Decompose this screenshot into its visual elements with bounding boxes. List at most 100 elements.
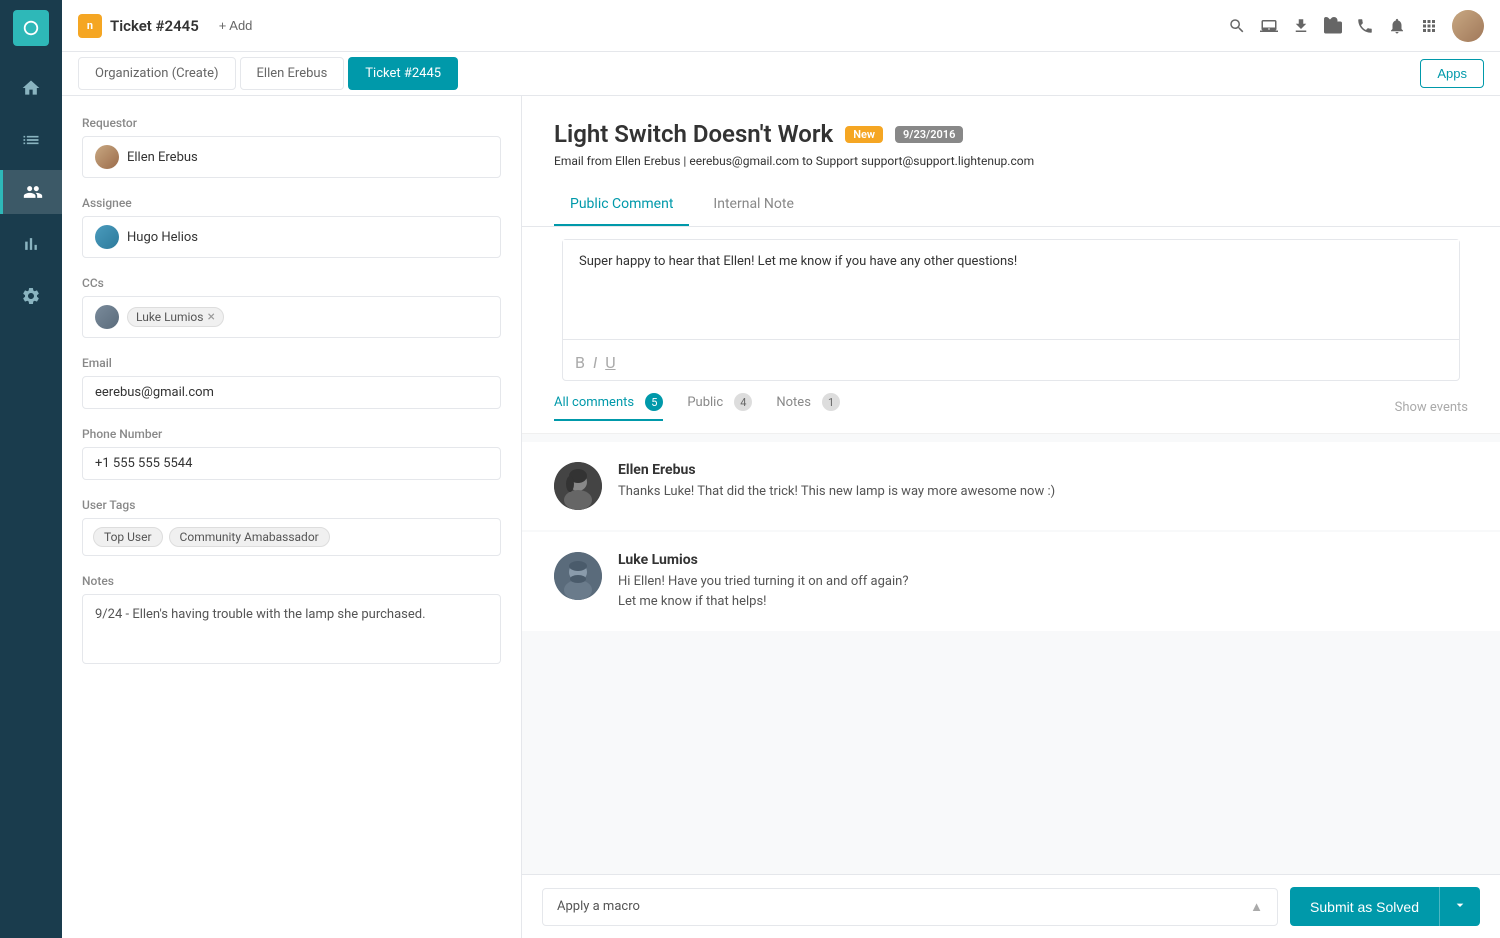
apps-button[interactable]: Apps (1420, 59, 1484, 88)
sidebar-item-settings[interactable] (0, 274, 62, 318)
tab-ellen[interactable]: Ellen Erebus (240, 57, 345, 90)
add-button[interactable]: + Add (219, 18, 253, 33)
luke-avatar (554, 552, 602, 600)
cc-remove-button[interactable]: × (207, 310, 214, 324)
bold-icon[interactable]: B (575, 353, 585, 372)
comment-item: Ellen Erebus Thanks Luke! That did the t… (522, 442, 1500, 530)
filter-public[interactable]: Public 4 (687, 393, 752, 421)
requestor-avatar (95, 145, 119, 169)
macro-arrow-icon: ▲ (1250, 899, 1263, 915)
comment-text: Thanks Luke! That did the trick! This ne… (618, 482, 1468, 502)
comment-tabs: Public Comment Internal Note (522, 184, 1500, 227)
comments-area: Ellen Erebus Thanks Luke! That did the t… (522, 434, 1500, 874)
sidebar-nav (0, 66, 62, 318)
phone-section: Phone Number +1 555 555 5544 (82, 427, 501, 480)
sidebar-item-home[interactable] (0, 66, 62, 110)
requestor-label: Requestor (82, 116, 501, 130)
all-count: 5 (645, 393, 663, 411)
tab-org[interactable]: Organization (Create) (78, 57, 236, 90)
assignee-field[interactable]: Hugo Helios (82, 216, 501, 258)
ticket-header: Light Switch Doesn't Work New 9/23/2016 … (522, 96, 1500, 184)
email-section: Email eerebus@gmail.com (82, 356, 501, 409)
comments-filter-bar: All comments 5 Public 4 Notes 1 Show eve… (522, 381, 1500, 434)
ticket-meta: Email from Ellen Erebus | eerebus@gmail.… (554, 154, 1468, 168)
filter-notes-label: Notes (776, 395, 811, 410)
tag-community-ambassador: Community Amabassador (169, 527, 330, 547)
phone-icon[interactable] (1356, 17, 1374, 35)
sidebar-item-list[interactable] (0, 118, 62, 162)
top-header: n Ticket #2445 + Add (62, 0, 1500, 52)
tab-public-comment[interactable]: Public Comment (554, 184, 689, 226)
download-icon[interactable] (1292, 17, 1310, 35)
ticket-top: Light Switch Doesn't Work New 9/23/2016 … (522, 96, 1500, 434)
notes-section: Notes 9/24 - Ellen's having trouble with… (82, 574, 501, 664)
sidebar-item-users[interactable] (0, 170, 62, 214)
ccs-field[interactable]: Luke Lumios × (82, 296, 501, 338)
submit-button[interactable]: Submit as Solved (1290, 887, 1439, 926)
phone-value: +1 555 555 5544 (95, 456, 192, 471)
grid-icon[interactable] (1420, 17, 1438, 35)
user-tags-field[interactable]: Top User Community Amabassador (82, 518, 501, 556)
status-badge: New (845, 126, 883, 143)
comment-text: Hi Ellen! Have you tried turning it on a… (618, 572, 1468, 611)
comment-body: Ellen Erebus Thanks Luke! That did the t… (618, 462, 1468, 510)
reply-toolbar: B I U (563, 344, 1459, 380)
assignee-section: Assignee Hugo Helios (82, 196, 501, 258)
user-tags-section: User Tags Top User Community Amabassador (82, 498, 501, 556)
ticket-icon: n (78, 14, 102, 38)
main-area: n Ticket #2445 + Add (62, 0, 1500, 938)
comment-author: Luke Lumios (618, 552, 1468, 568)
filter-notes[interactable]: Notes 1 (776, 393, 840, 421)
ticket-subject: Light Switch Doesn't Work New 9/23/2016 (554, 120, 1468, 148)
italic-icon[interactable]: I (593, 353, 597, 372)
show-events[interactable]: Show events (1395, 400, 1468, 415)
tab-internal-note[interactable]: Internal Note (697, 184, 810, 226)
box-icon[interactable] (1324, 17, 1342, 35)
ticket-number: Ticket #2445 (110, 17, 199, 35)
reply-textarea[interactable]: Super happy to hear that Ellen! Let me k… (563, 240, 1459, 340)
email-value: eerebus@gmail.com (95, 385, 214, 400)
notes-count: 1 (822, 393, 840, 411)
submit-dropdown-button[interactable] (1439, 887, 1480, 926)
requestor-field[interactable]: Ellen Erebus (82, 136, 501, 178)
monitor-icon[interactable] (1260, 17, 1278, 35)
underline-icon[interactable]: U (605, 353, 615, 372)
reply-area: Super happy to hear that Ellen! Let me k… (522, 227, 1500, 381)
phone-field[interactable]: +1 555 555 5544 (82, 447, 501, 480)
submit-group: Submit as Solved (1290, 887, 1480, 926)
phone-label: Phone Number (82, 427, 501, 441)
filter-all[interactable]: All comments 5 (554, 393, 663, 421)
search-icon[interactable] (1228, 17, 1246, 35)
macro-selector[interactable]: Apply a macro ▲ (542, 888, 1278, 926)
cc-tag: Luke Lumios × (127, 307, 224, 327)
logo[interactable] (13, 10, 49, 46)
comment-item: Luke Lumios Hi Ellen! Have you tried tur… (522, 532, 1500, 631)
comment-author: Ellen Erebus (618, 462, 1468, 478)
email-field[interactable]: eerebus@gmail.com (82, 376, 501, 409)
notes-field[interactable]: 9/24 - Ellen's having trouble with the l… (82, 594, 501, 664)
left-panel: Requestor Ellen Erebus Assignee Hugo Hel… (62, 96, 522, 938)
cc-name: Luke Lumios (136, 310, 203, 324)
sidebar (0, 0, 62, 938)
requestor-name: Ellen Erebus (127, 150, 198, 165)
notification-icon[interactable] (1388, 17, 1406, 35)
tab-ticket[interactable]: Ticket #2445 (348, 57, 458, 90)
ccs-label: CCs (82, 276, 501, 290)
assignee-avatar (95, 225, 119, 249)
bottom-bar: Apply a macro ▲ Submit as Solved (522, 874, 1500, 938)
ticket-title-header: n Ticket #2445 (78, 14, 199, 38)
content-area: Requestor Ellen Erebus Assignee Hugo Hel… (62, 96, 1500, 938)
sidebar-item-chart[interactable] (0, 222, 62, 266)
ticket-meta-text: Email from Ellen Erebus | eerebus@gmail.… (554, 154, 1034, 168)
requestor-section: Requestor Ellen Erebus (82, 116, 501, 178)
assignee-label: Assignee (82, 196, 501, 210)
filter-all-label: All comments (554, 395, 634, 410)
macro-label: Apply a macro (557, 899, 640, 914)
right-panel: Light Switch Doesn't Work New 9/23/2016 … (522, 96, 1500, 938)
ccs-section: CCs Luke Lumios × (82, 276, 501, 338)
comment-list: Ellen Erebus Thanks Luke! That did the t… (522, 434, 1500, 641)
filter-public-label: Public (687, 395, 723, 410)
reply-box: Super happy to hear that Ellen! Let me k… (562, 239, 1460, 381)
ticket-subject-text: Light Switch Doesn't Work (554, 120, 833, 148)
user-avatar[interactable] (1452, 10, 1484, 42)
